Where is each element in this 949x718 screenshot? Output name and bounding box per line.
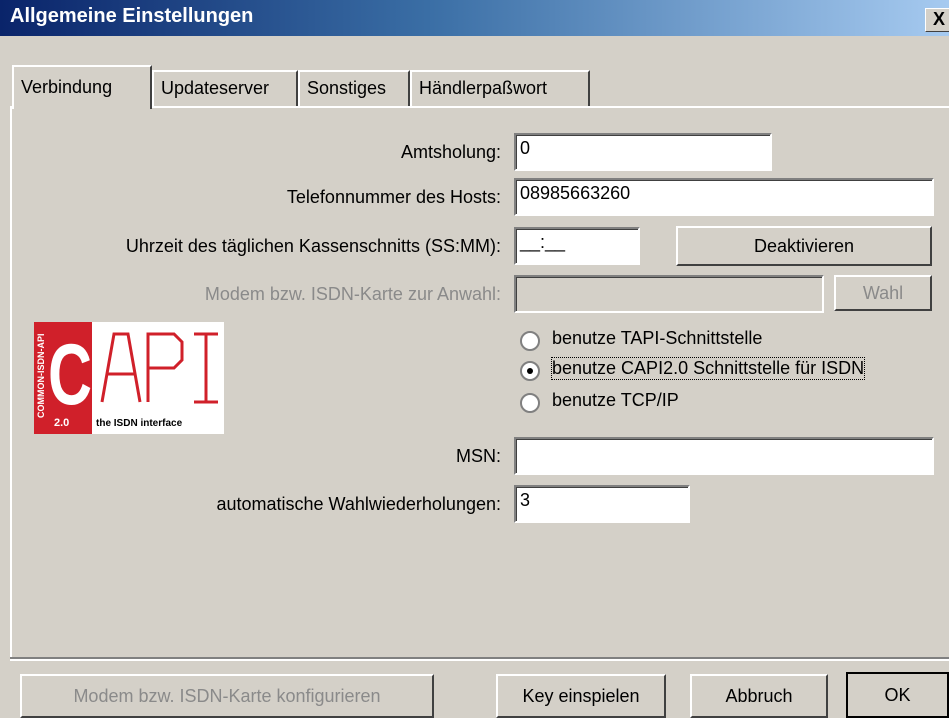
amtsholung-input[interactable]: 0	[514, 133, 772, 171]
svg-text:2.0: 2.0	[54, 417, 69, 429]
tab-sonstiges-label: Sonstiges	[307, 78, 387, 98]
title-bar: Allgemeine Einstellungen X	[0, 0, 949, 36]
key-einspielen-button[interactable]: Key einspielen	[496, 674, 666, 718]
uhrzeit-input[interactable]: __:__	[514, 227, 640, 265]
svg-text:COMMON-ISDN-API: COMMON-ISDN-API	[36, 334, 46, 419]
tab-updateserver[interactable]: Updateserver	[152, 70, 298, 106]
capi-logo-graphic: COMMON-ISDN-API C 2.0 the ISDN interface	[34, 322, 218, 434]
tab-haendlerpasswort-label: Händlerpaßwort	[419, 78, 548, 98]
modem-input[interactable]	[514, 275, 824, 313]
radio-capi[interactable]	[520, 361, 540, 381]
tab-sonstiges[interactable]: Sonstiges	[298, 70, 410, 106]
msn-input[interactable]	[514, 437, 934, 475]
msn-label: MSN:	[456, 446, 501, 466]
wahlwiederholungen-input[interactable]: 3	[514, 485, 690, 523]
uhrzeit-label: Uhrzeit des täglichen Kassenschnitts (SS…	[125, 236, 501, 256]
telefon-input[interactable]: 08985663260	[514, 178, 934, 216]
modem-label: Modem bzw. ISDN-Karte zur Anwahl:	[204, 284, 501, 304]
wahlwiederholungen-label: automatische Wahlwiederholungen:	[216, 494, 501, 514]
tab-haendlerpasswort[interactable]: Händlerpaßwort	[410, 70, 590, 106]
tab-verbindung[interactable]: Verbindung	[12, 65, 152, 109]
radio-capi-label: benutze CAPI2.0 Schnittstelle für ISDN	[550, 357, 866, 380]
radio-tapi-label: benutze TAPI-Schnittstelle	[552, 328, 763, 348]
svg-text:the ISDN interface: the ISDN interface	[96, 418, 183, 429]
close-icon: X	[933, 9, 946, 29]
tab-verbindung-label: Verbindung	[21, 77, 113, 97]
radio-tcpip-label: benutze TCP/IP	[552, 390, 679, 410]
telefon-label: Telefonnummer des Hosts:	[286, 187, 501, 207]
capi-logo: COMMON-ISDN-API C 2.0 the ISDN interface	[34, 322, 224, 434]
separator	[10, 657, 949, 661]
close-button[interactable]: X	[925, 8, 949, 32]
tab-updateserver-label: Updateserver	[161, 78, 270, 98]
radio-capi-dot	[527, 368, 533, 374]
modem-konfigurieren-button[interactable]: Modem bzw. ISDN-Karte konfigurieren	[20, 674, 434, 718]
radio-tapi[interactable]	[520, 331, 540, 351]
ok-button[interactable]: OK	[846, 672, 949, 718]
abbruch-button[interactable]: Abbruch	[690, 674, 828, 718]
svg-text:C: C	[48, 327, 92, 423]
deaktivieren-button[interactable]: Deaktivieren	[676, 226, 932, 266]
window-title: Allgemeine Einstellungen	[10, 5, 254, 27]
amtsholung-label: Amtsholung:	[400, 142, 501, 162]
wahl-button[interactable]: Wahl	[834, 275, 932, 311]
radio-tcpip[interactable]	[520, 393, 540, 413]
